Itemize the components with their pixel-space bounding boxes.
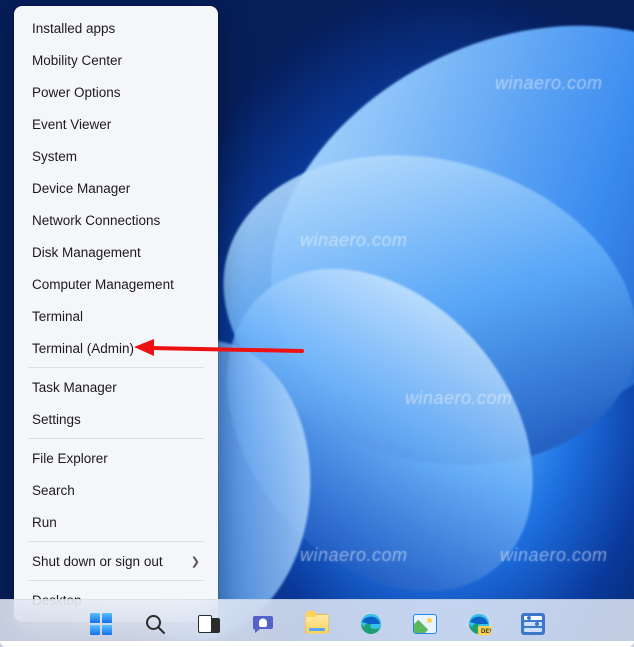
menu-task-manager[interactable]: Task Manager (18, 371, 214, 403)
menu-item-label: Installed apps (32, 21, 115, 36)
menu-item-label: Network Connections (32, 213, 160, 228)
menu-search[interactable]: Search (18, 474, 214, 506)
menu-network-connections[interactable]: Network Connections (18, 204, 214, 236)
watermark: winaero.com (500, 545, 608, 566)
taskbar: DEV (0, 599, 634, 647)
menu-shutdown-signout[interactable]: Shut down or sign out ❯ (18, 545, 214, 577)
watermark: winaero.com (405, 388, 513, 409)
winx-context-menu: Installed apps Mobility Center Power Optio… (14, 6, 218, 622)
menu-item-label: Power Options (32, 85, 121, 100)
menu-item-label: Event Viewer (32, 117, 111, 132)
menu-disk-management[interactable]: Disk Management (18, 236, 214, 268)
menu-file-explorer[interactable]: File Explorer (18, 442, 214, 474)
menu-item-label: Terminal (32, 309, 83, 324)
watermark: winaero.com (300, 545, 408, 566)
settings-panel-icon (521, 613, 545, 635)
menu-separator (28, 541, 204, 542)
chat-icon (251, 612, 275, 636)
watermark: winaero.com (300, 230, 408, 251)
menu-installed-apps[interactable]: Installed apps (18, 12, 214, 44)
menu-item-label: Search (32, 483, 75, 498)
menu-item-label: Task Manager (32, 380, 117, 395)
start-button[interactable] (81, 604, 121, 644)
edge-dev-icon: DEV (467, 612, 491, 636)
menu-item-label: Settings (32, 412, 81, 427)
photos-button[interactable] (405, 604, 445, 644)
settings-app-button[interactable] (513, 604, 553, 644)
svg-text:DEV: DEV (481, 629, 491, 635)
menu-item-label: Run (32, 515, 57, 530)
menu-device-manager[interactable]: Device Manager (18, 172, 214, 204)
desktop-wallpaper: winaero.com winaero.com winaero.com wina… (0, 0, 634, 647)
folder-icon (305, 614, 329, 634)
menu-item-label: Computer Management (32, 277, 174, 292)
menu-mobility-center[interactable]: Mobility Center (18, 44, 214, 76)
menu-settings[interactable]: Settings (18, 403, 214, 435)
menu-item-label: File Explorer (32, 451, 108, 466)
edge-icon (359, 612, 383, 636)
menu-separator (28, 580, 204, 581)
search-button[interactable] (135, 604, 175, 644)
menu-item-label: Shut down or sign out (32, 554, 163, 569)
watermark: winaero.com (495, 73, 603, 94)
menu-item-label: Mobility Center (32, 53, 122, 68)
task-view-icon (198, 615, 220, 633)
menu-separator (28, 367, 204, 368)
menu-item-label: System (32, 149, 77, 164)
menu-separator (28, 438, 204, 439)
windows-logo-icon (90, 613, 112, 635)
photos-icon (413, 614, 437, 634)
menu-terminal-admin[interactable]: Terminal (Admin) (18, 332, 214, 364)
menu-computer-management[interactable]: Computer Management (18, 268, 214, 300)
edge-button[interactable] (351, 604, 391, 644)
menu-power-options[interactable]: Power Options (18, 76, 214, 108)
search-icon (143, 612, 167, 636)
menu-item-label: Terminal (Admin) (32, 341, 134, 356)
menu-item-label: Disk Management (32, 245, 141, 260)
menu-event-viewer[interactable]: Event Viewer (18, 108, 214, 140)
edge-dev-button[interactable]: DEV (459, 604, 499, 644)
menu-system[interactable]: System (18, 140, 214, 172)
menu-run[interactable]: Run (18, 506, 214, 538)
menu-item-label: Device Manager (32, 181, 130, 196)
chevron-right-icon: ❯ (191, 555, 200, 568)
menu-terminal[interactable]: Terminal (18, 300, 214, 332)
task-view-button[interactable] (189, 604, 229, 644)
chat-button[interactable] (243, 604, 283, 644)
file-explorer-button[interactable] (297, 604, 337, 644)
